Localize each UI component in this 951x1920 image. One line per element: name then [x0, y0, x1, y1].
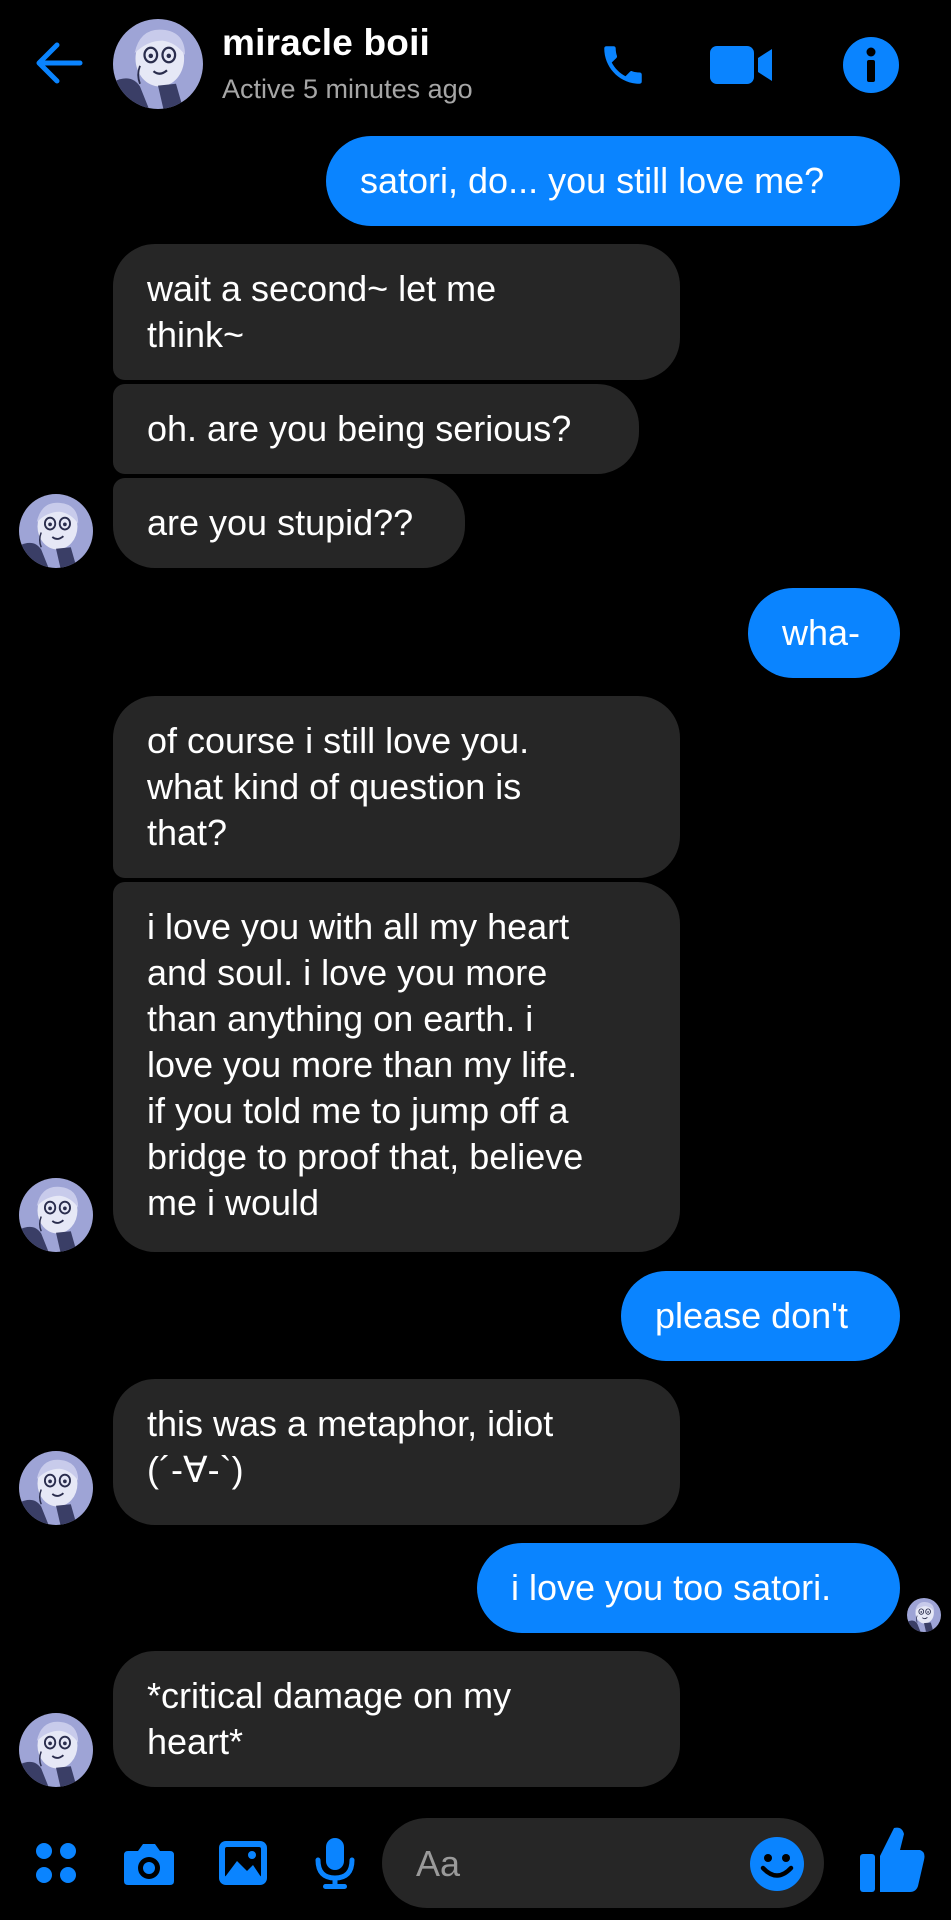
back-button[interactable] [30, 34, 88, 92]
contact-avatar-small[interactable] [19, 1178, 93, 1252]
video-call-button[interactable] [706, 34, 776, 96]
phone-icon [604, 46, 642, 84]
received-message[interactable]: of course i still love you. what kind of… [113, 696, 680, 878]
received-message[interactable]: *critical damage on my heart* [113, 1651, 680, 1787]
like-button[interactable] [858, 1822, 928, 1896]
received-message[interactable]: oh. are you being serious? [113, 384, 639, 474]
emoji-icon [750, 1837, 804, 1891]
menu-dots-icon [36, 1843, 76, 1883]
received-message[interactable]: this was a metaphor, idiot (´-∀-`) [113, 1379, 680, 1525]
camera-button[interactable] [121, 1835, 177, 1891]
received-message[interactable]: are you stupid?? [113, 478, 465, 568]
message-input[interactable] [414, 1818, 718, 1910]
gallery-icon [219, 1841, 267, 1885]
emoji-button[interactable] [748, 1835, 806, 1893]
video-camera-icon [710, 46, 772, 84]
gallery-button[interactable] [215, 1835, 271, 1891]
received-message[interactable]: i love you with all my heart and soul. i… [113, 882, 680, 1252]
sent-message[interactable]: i love you too satori. [477, 1543, 900, 1633]
info-icon [843, 37, 899, 93]
back-arrow-icon [36, 42, 83, 84]
contact-avatar-small[interactable] [19, 1713, 93, 1787]
sent-message[interactable]: satori, do... you still love me? [326, 136, 900, 226]
sent-message[interactable]: wha- [748, 588, 900, 678]
contact-avatar-small[interactable] [19, 494, 93, 568]
info-button[interactable] [840, 34, 902, 96]
seen-indicator-avatar [907, 1598, 941, 1632]
active-status: Active 5 minutes ago [222, 74, 473, 104]
microphone-icon [315, 1838, 355, 1889]
thumbs-up-icon [860, 1827, 925, 1892]
voice-call-button[interactable] [592, 34, 654, 96]
message-input-container[interactable] [382, 1818, 824, 1910]
contact-avatar[interactable] [113, 19, 203, 109]
chat-header: miracle boii Active 5 minutes ago [0, 0, 951, 122]
contact-name[interactable]: miracle boii [222, 22, 430, 64]
voice-clip-button[interactable] [307, 1835, 363, 1891]
more-actions-button[interactable] [28, 1835, 84, 1891]
sent-message[interactable]: please don't [621, 1271, 900, 1361]
received-message[interactable]: wait a second~ let me think~ [113, 244, 680, 380]
contact-avatar-small[interactable] [19, 1451, 93, 1525]
camera-icon [124, 1844, 174, 1885]
